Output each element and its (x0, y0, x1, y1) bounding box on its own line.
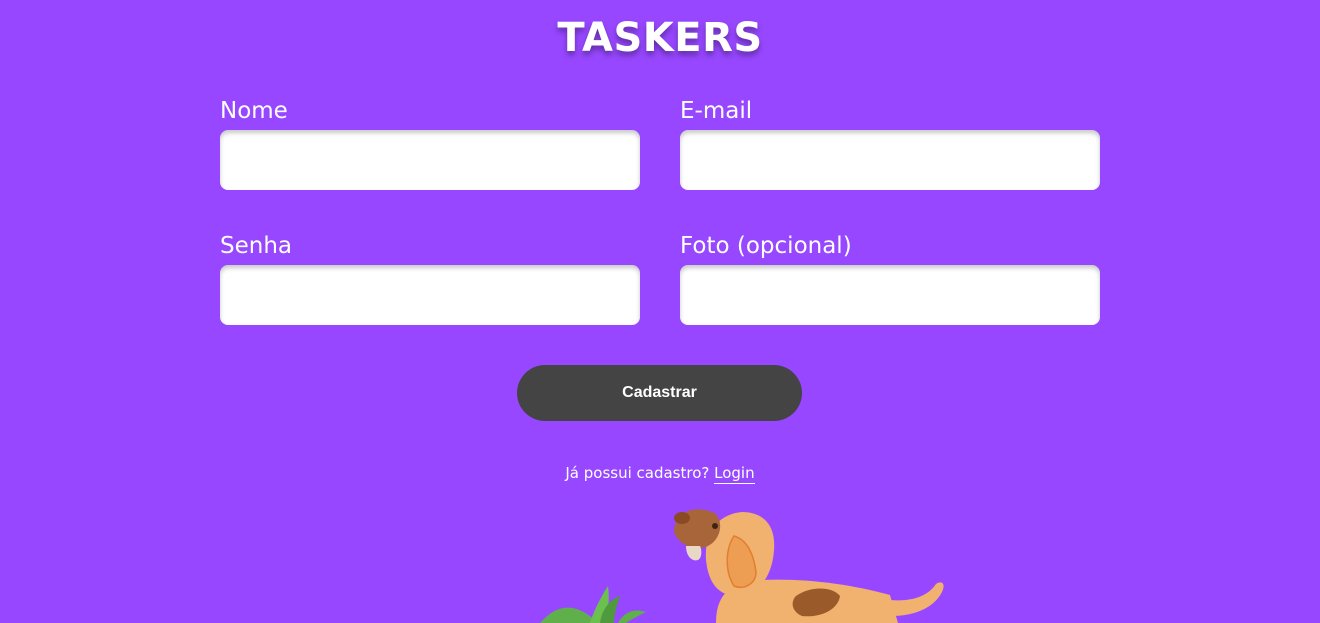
password-label: Senha (220, 233, 292, 259)
dog-icon (674, 509, 944, 623)
register-button[interactable]: Cadastrar (517, 365, 802, 421)
password-input[interactable] (220, 265, 640, 325)
plant-icon (540, 586, 646, 623)
photo-label: Foto (opcional) (680, 233, 852, 259)
login-link[interactable]: Login (714, 464, 755, 484)
name-label: Nome (220, 98, 288, 124)
name-input[interactable] (220, 130, 640, 190)
photo-field-group: Foto (opcional) (680, 231, 1100, 325)
dog-with-plant-illustration (540, 509, 944, 623)
photo-input[interactable] (680, 265, 1100, 325)
password-field-group: Senha (220, 231, 640, 325)
login-prompt-text: Já possui cadastro? (565, 464, 710, 482)
email-label: E-mail (680, 98, 753, 124)
name-field-group: Nome (220, 96, 640, 190)
login-prompt: Já possui cadastro? Login (0, 462, 1320, 484)
app-title: TASKERS (557, 15, 763, 61)
email-field-group: E-mail (680, 96, 1100, 190)
email-input[interactable] (680, 130, 1100, 190)
